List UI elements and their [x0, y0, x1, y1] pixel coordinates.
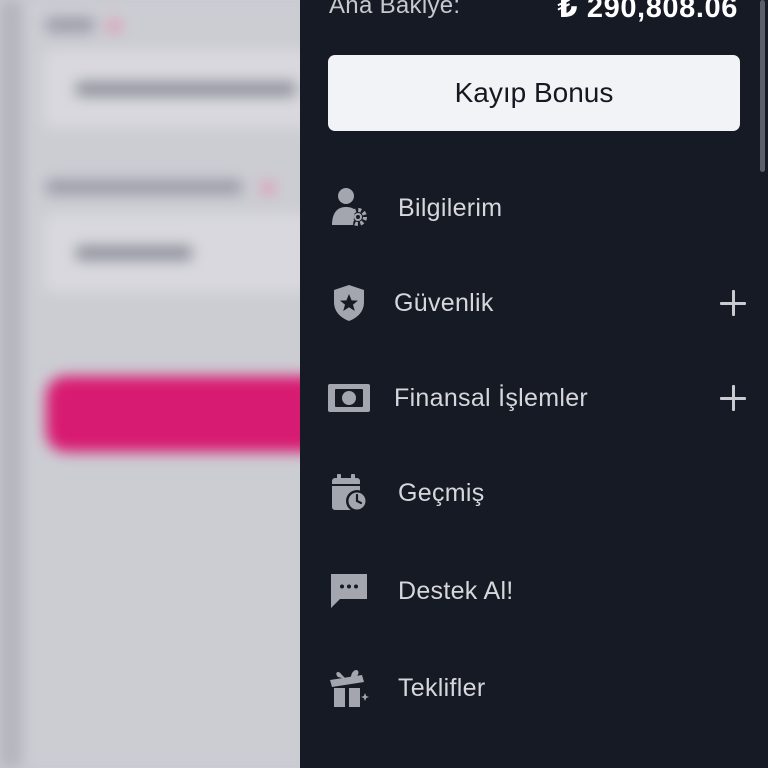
- menu-item-label: Geçmiş: [398, 478, 485, 507]
- background-input-field: [44, 50, 324, 128]
- menu-item-teklifler[interactable]: Teklifler: [300, 653, 768, 723]
- expand-plus-icon[interactable]: [720, 290, 746, 316]
- menu-item-gecmis[interactable]: Geçmiş: [300, 458, 768, 528]
- background-field-label: [46, 18, 94, 32]
- menu-item-destek-al[interactable]: Destek Al!: [300, 556, 768, 626]
- gift-icon: [326, 665, 372, 711]
- background-required-marker: [262, 182, 274, 194]
- calendar-clock-icon: [326, 470, 372, 516]
- menu-item-label: Destek Al!: [398, 576, 514, 605]
- menu-item-label: Finansal İşlemler: [394, 383, 589, 412]
- background-input-text: [76, 246, 192, 260]
- account-drawer: Ana Bakiye: ₺ 290,808.06 Kayıp Bonus Bil…: [300, 0, 768, 768]
- background-edge: [0, 0, 22, 768]
- shield-star-icon: [326, 280, 372, 326]
- menu-item-guvenlik[interactable]: Güvenlik: [300, 268, 768, 338]
- menu-item-label: Teklifler: [398, 673, 486, 702]
- menu-item-label: Güvenlik: [394, 288, 494, 317]
- drawer-scrollbar[interactable]: [760, 0, 765, 172]
- expand-plus-icon[interactable]: [720, 385, 746, 411]
- banknote-icon: [326, 375, 372, 421]
- background-input-field: [44, 214, 324, 292]
- loss-bonus-button[interactable]: Kayıp Bonus: [328, 55, 740, 131]
- menu-item-bilgilerim[interactable]: Bilgilerim: [300, 173, 768, 243]
- background-input-text: [76, 82, 296, 96]
- screen: Ana Bakiye: ₺ 290,808.06 Kayıp Bonus Bil…: [0, 0, 768, 768]
- background-submit-button: [46, 376, 336, 452]
- background-required-marker: [108, 20, 120, 32]
- balance-label: Ana Bakiye:: [329, 0, 461, 19]
- chat-bubble-icon: [326, 568, 372, 614]
- menu-item-label: Bilgilerim: [398, 193, 503, 222]
- balance-value: ₺ 290,808.06: [557, 0, 738, 24]
- user-gear-icon: [326, 185, 372, 231]
- background-field-label: [46, 180, 242, 194]
- menu-item-finansal-islemler[interactable]: Finansal İşlemler: [300, 363, 768, 433]
